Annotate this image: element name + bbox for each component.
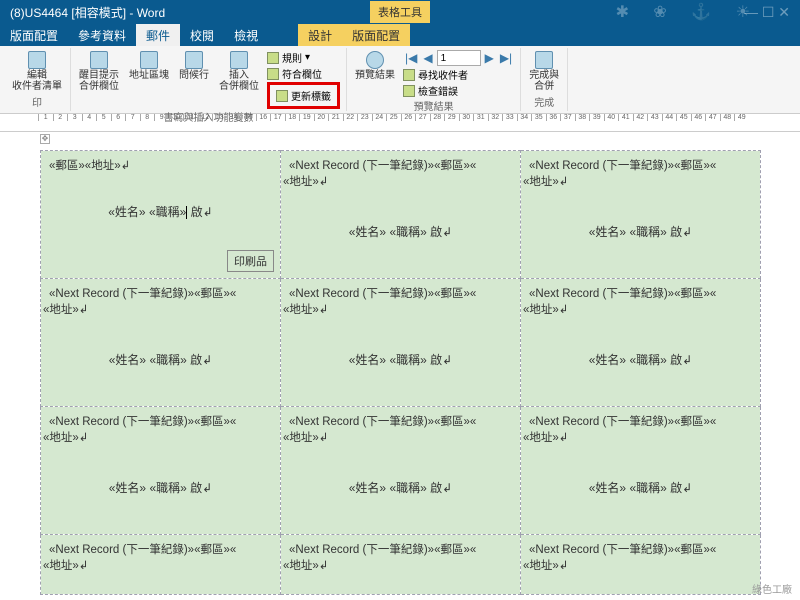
- window-controls[interactable]: — ☐ ✕: [744, 4, 790, 21]
- rules-button[interactable]: 規則 ▾: [267, 50, 340, 65]
- tooltab-layout[interactable]: 版面配置: [342, 24, 410, 46]
- finish-merge-button[interactable]: 完成與合併: [527, 50, 561, 93]
- document-area[interactable]: ✥ «郵區»«地址»↲ «姓名» «職稱» 啟↲ 印刷品 «Next Recor…: [0, 132, 800, 598]
- highlight-merge-button[interactable]: 醒目提示合併欄位: [77, 50, 121, 93]
- find-recipient-button[interactable]: 尋找收件者: [403, 67, 514, 82]
- insert-merge-field-button[interactable]: 插入合併欄位: [217, 50, 261, 93]
- nav-next-button[interactable]: ▶: [483, 51, 496, 65]
- window-title: (8)US4464 [相容模式] - Word: [10, 4, 165, 21]
- decor-icons: ✱ ❀ ⚓ ☀: [616, 2, 760, 22]
- label-cell[interactable]: «Next Record (下一筆紀錄)»«郵區»««地址»↲ «姓名» «職稱…: [281, 407, 521, 535]
- print-box: 印刷品: [227, 250, 274, 272]
- watermark: 綠色工廠: [752, 581, 792, 596]
- nav-last-button[interactable]: ▶|: [498, 51, 514, 65]
- label-table: «郵區»«地址»↲ «姓名» «職稱» 啟↲ 印刷品 «Next Record …: [40, 150, 761, 595]
- tab-review[interactable]: 校閱: [180, 24, 224, 46]
- label-cell[interactable]: «Next Record (下一筆紀錄)»«郵區»««地址»↲ «姓名» «職稱…: [521, 151, 761, 279]
- label-cell[interactable]: «郵區»«地址»↲ «姓名» «職稱» 啟↲ 印刷品: [41, 151, 281, 279]
- edit-recipients-button[interactable]: 編輯收件者清單: [10, 50, 64, 93]
- title-bar: (8)US4464 [相容模式] - Word 表格工具 ✱ ❀ ⚓ ☀ — ☐…: [0, 0, 800, 24]
- nav-prev-button[interactable]: ◀: [421, 51, 434, 65]
- horizontal-ruler[interactable]: 1234567891011121314151617181920212223242…: [0, 114, 800, 132]
- label-cell[interactable]: «Next Record (下一筆紀錄)»«郵區»««地址»↲ «姓名» «職稱…: [281, 151, 521, 279]
- update-labels-button[interactable]: 更新標籤: [267, 82, 340, 109]
- tab-view[interactable]: 檢視: [224, 24, 268, 46]
- match-fields-button[interactable]: 符合欄位: [267, 66, 340, 81]
- record-number-input[interactable]: [437, 50, 481, 66]
- label-cell[interactable]: «Next Record (下一筆紀錄)»«郵區»««地址»↲: [521, 535, 761, 595]
- tooltab-design[interactable]: 設計: [298, 24, 342, 46]
- label-cell[interactable]: «Next Record (下一筆紀錄)»«郵區»««地址»↲ «姓名» «職稱…: [41, 407, 281, 535]
- tab-mailings[interactable]: 郵件: [136, 24, 180, 46]
- label-cell[interactable]: «Next Record (下一筆紀錄)»«郵區»««地址»↲: [281, 535, 521, 595]
- label-cell[interactable]: «Next Record (下一筆紀錄)»«郵區»««地址»↲ «姓名» «職稱…: [521, 279, 761, 407]
- label-cell[interactable]: «Next Record (下一筆紀錄)»«郵區»««地址»↲ «姓名» «職稱…: [521, 407, 761, 535]
- ribbon: 編輯收件者清單 印 醒目提示合併欄位 地址區塊 問候行 插入合併欄位 規則 ▾ …: [0, 46, 800, 114]
- label-cell[interactable]: «Next Record (下一筆紀錄)»«郵區»««地址»↲: [41, 535, 281, 595]
- address-block-button[interactable]: 地址區塊: [127, 50, 171, 82]
- table-move-handle[interactable]: ✥: [40, 134, 50, 144]
- ribbon-tabs: 版面配置 參考資料 郵件 校閱 檢視 設計 版面配置: [0, 24, 800, 46]
- tab-references[interactable]: 參考資料: [68, 24, 136, 46]
- label-cell[interactable]: «Next Record (下一筆紀錄)»«郵區»««地址»↲ «姓名» «職稱…: [281, 279, 521, 407]
- record-nav: |◀ ◀ ▶ ▶|: [403, 50, 514, 66]
- check-errors-button[interactable]: 檢查錯誤: [403, 83, 514, 98]
- tab-layout[interactable]: 版面配置: [0, 24, 68, 46]
- greeting-line-button[interactable]: 問候行: [177, 50, 211, 82]
- contextual-tab-label: 表格工具: [370, 1, 430, 23]
- preview-results-button[interactable]: 預覽結果: [353, 50, 397, 82]
- nav-first-button[interactable]: |◀: [403, 51, 419, 65]
- label-cell[interactable]: «Next Record (下一筆紀錄)»«郵區»««地址»↲ «姓名» «職稱…: [41, 279, 281, 407]
